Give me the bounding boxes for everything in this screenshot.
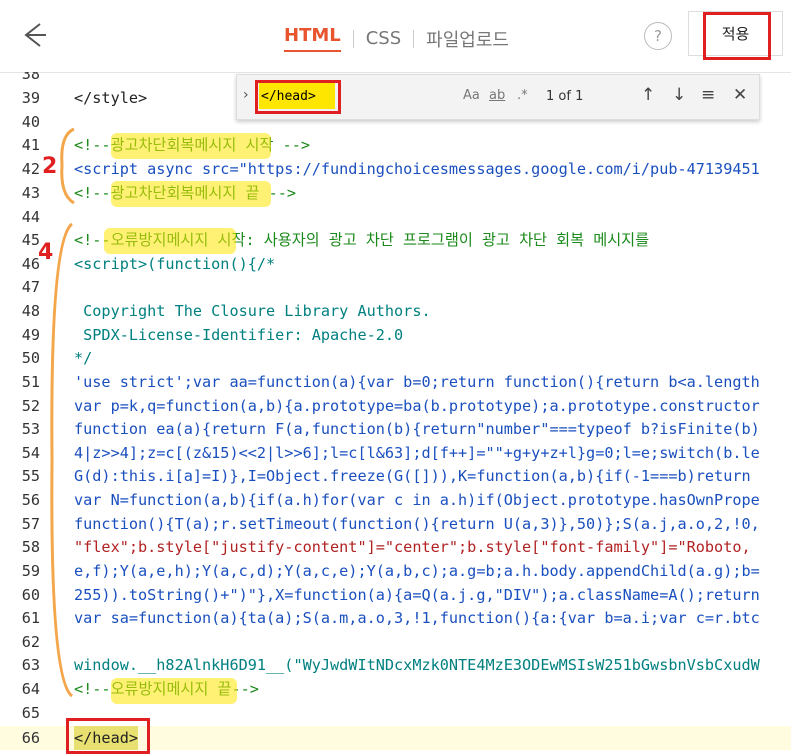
code-line: 42 <script async src="https://fundingchoi… xyxy=(21,160,760,178)
code-line: 60 255)).toString()+")"},X=function(a){a=… xyxy=(21,586,760,604)
tab-divider xyxy=(413,29,415,48)
highlight-mark xyxy=(111,181,271,207)
arrow-left-icon[interactable] xyxy=(18,20,48,50)
code-line: 58 "flex";b.style["justify-content"]="cen… xyxy=(21,538,751,556)
code-line: 51'use strict';var aa=function(a){var b=… xyxy=(21,373,760,391)
tab-bar: HTML CSS 파일업로드 xyxy=(284,25,509,52)
annotation-brace xyxy=(60,127,75,205)
code-line: 50 */ xyxy=(21,349,93,367)
annotation-number-2: 2 xyxy=(42,154,58,179)
code-line: 63 window.__h82AlnkH6D91__("WyJwdWItNDcxM… xyxy=(21,656,760,674)
tab-html[interactable]: HTML xyxy=(284,25,341,52)
chevron-right-icon[interactable]: › xyxy=(243,87,249,103)
match-count: 1 of 1 xyxy=(546,89,584,104)
code-line: 62 xyxy=(21,633,40,651)
code-line: 52 var p=k,q=function(a,b){a.prototype=ba… xyxy=(21,397,760,415)
code-line: 57 function(){T(a);r.setTimeout(function(… xyxy=(21,515,760,533)
code-line: 48 Copyright The Closure Library Authors… xyxy=(21,302,431,320)
editor-header: HTML CSS 파일업로드 ? 적용 xyxy=(0,0,791,73)
code-line: 65 xyxy=(21,704,40,722)
code-line-current: 66 </head> xyxy=(0,726,791,750)
code-line: 44 xyxy=(21,208,40,226)
code-line: 54 4|z>>4];z=c[(z&15)<<2|l>>6];l=c[l&63];… xyxy=(21,444,760,462)
apply-button[interactable]: 적용 xyxy=(688,11,783,56)
find-input[interactable] xyxy=(259,83,335,109)
tab-file-upload[interactable]: 파일업로드 xyxy=(426,26,509,52)
regex-icon[interactable]: .* xyxy=(517,88,528,103)
code-line: 55 G(d):this.i[a]=I)},I=Object.freeze(G([… xyxy=(21,467,751,485)
code-line: 49 SPDX-License-Identifier: Apache-2.0 xyxy=(21,326,404,344)
code-line: 46 <script>(function(){/* xyxy=(21,255,276,273)
highlight-mark xyxy=(111,678,237,704)
close-icon[interactable]: ✕ xyxy=(733,85,747,105)
code-line: 56 var N=function(a,b){if(a.h)for(var c i… xyxy=(21,491,760,509)
find-in-selection-icon[interactable]: ≡ xyxy=(701,85,715,105)
match-case-icon[interactable]: Aa xyxy=(463,88,480,103)
match-word-icon[interactable]: ab xyxy=(489,88,505,103)
arrow-down-icon[interactable]: ↓ xyxy=(672,85,686,105)
highlight-mark xyxy=(111,133,271,159)
annotation-brace xyxy=(50,222,74,698)
annotation-number-4: 4 xyxy=(38,240,54,265)
code-line: 53 function ea(a){return F(a,function(b){… xyxy=(21,420,760,438)
highlight-mark xyxy=(104,228,236,254)
tab-divider xyxy=(352,29,354,48)
code-line: 59 e,f);Y(a,e,h);Y(a,c,d);Y(a,c,e);Y(a,b,… xyxy=(21,562,760,580)
find-widget: › Aa ab .* 1 of 1 ↑ ↓ ≡ ✕ xyxy=(236,74,760,120)
code-line: 47 xyxy=(21,278,40,296)
code-line: 61 var sa=function(a){ta(a);S(a.m,a.o,3,!… xyxy=(21,609,760,627)
tab-css[interactable]: CSS xyxy=(366,28,401,49)
code-editor[interactable]: 38 39</style> 40 41<!--광고차단회복메시지 시작 --> … xyxy=(0,72,791,752)
help-icon[interactable]: ? xyxy=(644,22,672,50)
arrow-up-icon[interactable]: ↑ xyxy=(641,85,655,105)
